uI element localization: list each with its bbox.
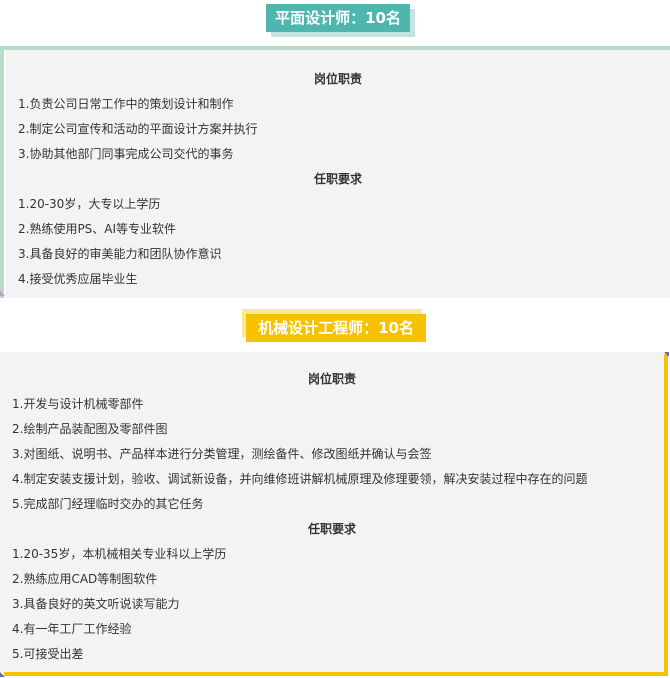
requirement-item: 2.熟练应用CAD等制图软件	[12, 572, 158, 586]
requirement-item: 4.接受优秀应届毕业生	[18, 272, 138, 286]
requirement-item: 1.20-30岁，大专以上学历	[18, 197, 161, 211]
section-title-graphic-designer: 平面设计师：10名	[266, 4, 410, 32]
requirement-item: 4.有一年工厂工作经验	[12, 622, 132, 636]
decorative-corner	[664, 352, 669, 357]
duty-item: 2.制定公司宣传和活动的平面设计方案并执行	[18, 122, 258, 136]
requirements-heading: 任职要求	[313, 172, 362, 186]
requirements-heading: 任职要求	[307, 522, 356, 536]
requirement-item: 3.具备良好的英文听说读写能力	[12, 597, 180, 611]
duty-item: 3.对图纸、说明书、产品样本进行分类管理，测绘备件、修改图纸并确认与会签	[12, 447, 432, 461]
section-panel-graphic-designer: 岗位职责 1.负责公司日常工作中的策划设计和制作 2.制定公司宣传和活动的平面设…	[6, 50, 670, 298]
section-title-mechanical-engineer: 机械设计工程师：10名	[246, 314, 426, 342]
requirement-item: 5.可接受出差	[12, 647, 84, 661]
duty-item: 2.绘制产品装配图及零部件图	[12, 422, 168, 436]
decorative-corner	[0, 290, 5, 296]
requirement-item: 2.熟练使用PS、AI等专业软件	[18, 222, 177, 236]
duty-item: 3.协助其他部门同事完成公司交代的事务	[18, 147, 234, 161]
duty-item: 4.制定安装支援计划，验收、调试新设备，并向维修班讲解机械原理及修理要领，解决安…	[12, 472, 588, 486]
duty-item: 1.开发与设计机械零部件	[12, 397, 144, 411]
section-panel-mechanical-engineer: 岗位职责 1.开发与设计机械零部件 2.绘制产品装配图及零部件图 3.对图纸、说…	[0, 352, 664, 672]
requirement-item: 3.具备良好的审美能力和团队协作意识	[18, 247, 222, 261]
duties-heading: 岗位职责	[313, 72, 362, 86]
section-frame-bottom-border	[4, 672, 668, 676]
duty-item: 5.完成部门经理临时交办的其它任务	[12, 497, 204, 511]
section-frame-right-border	[664, 354, 668, 676]
decorative-corner	[0, 672, 5, 677]
duties-heading: 岗位职责	[307, 372, 356, 386]
requirement-item: 1.20-35岁，本机械相关专业科以上学历	[12, 547, 227, 561]
duty-item: 1.负责公司日常工作中的策划设计和制作	[18, 97, 234, 111]
